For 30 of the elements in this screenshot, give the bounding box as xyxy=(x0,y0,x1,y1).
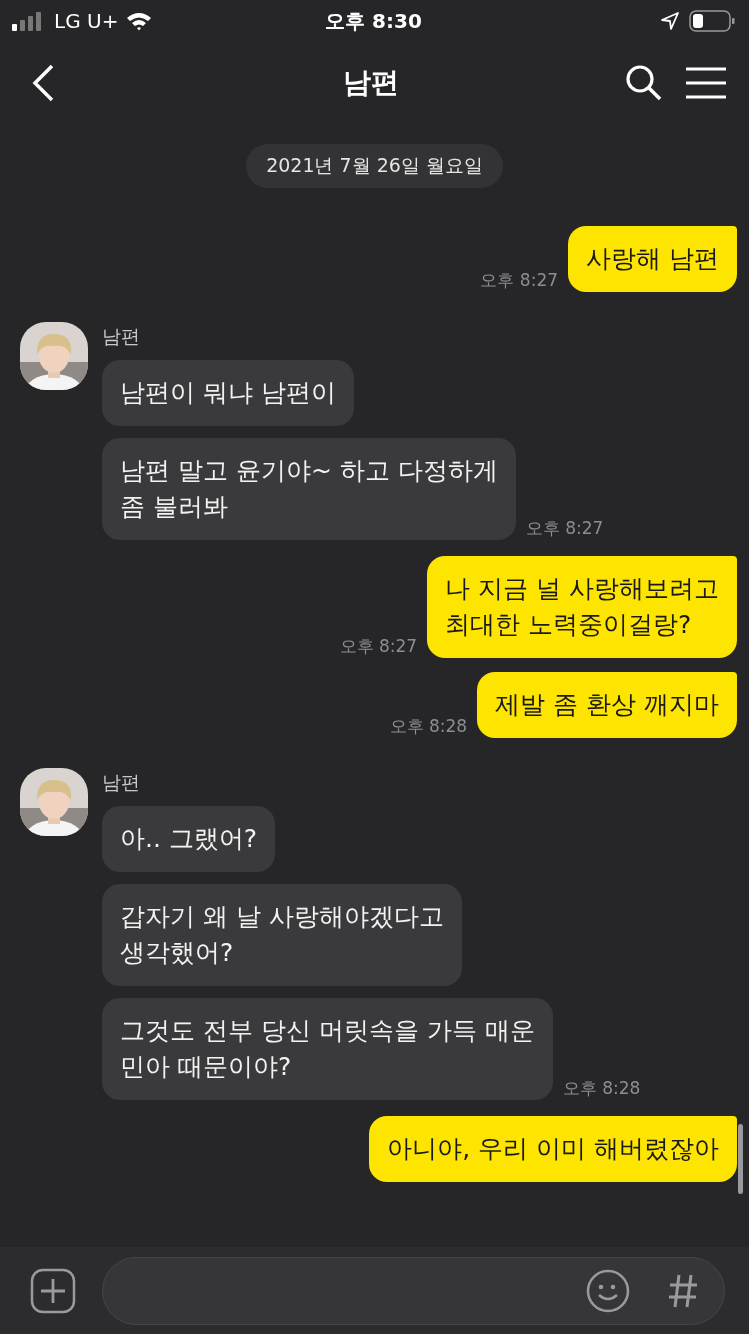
status-time: 오후 8:30 xyxy=(324,7,423,35)
carrier-name: LG U+ xyxy=(54,9,119,33)
received-message: 그것도 전부 당신 머릿속을 가득 매운 민아 때문이야? xyxy=(102,998,553,1100)
emoji-icon[interactable] xyxy=(586,1268,630,1313)
location-icon xyxy=(661,12,679,30)
sent-message: 제발 좀 환상 깨지마 xyxy=(477,672,737,738)
message-time: 오후 8:27 xyxy=(525,517,604,540)
message-time: 오후 8:27 xyxy=(339,635,418,658)
received-message: 아.. 그랬어? xyxy=(102,806,276,872)
chat-title: 남편 xyxy=(341,65,400,101)
date-divider: 2021년 7월 26일 월요일 xyxy=(246,144,503,188)
sent-message: 아니야, 우리 이미 해버렸잖아 xyxy=(369,1116,737,1182)
battery-icon xyxy=(689,10,735,32)
message-time: 오후 8:28 xyxy=(389,715,468,738)
menu-icon[interactable] xyxy=(685,67,727,99)
add-icon[interactable] xyxy=(30,1267,76,1314)
sent-message: 사랑해 남편 xyxy=(568,226,737,292)
received-message: 갑자기 왜 날 사랑해야겠다고 생각했어? xyxy=(102,884,462,986)
message-time: 오후 8:28 xyxy=(562,1077,641,1100)
received-message: 남편 말고 윤기야~ 하고 다정하게 좀 불러봐 xyxy=(102,438,516,540)
received-message: 남편이 뭐냐 남편이 xyxy=(102,360,354,426)
sender-name: 남편 xyxy=(102,324,140,349)
sender-name: 남편 xyxy=(102,770,140,795)
hashtag-icon[interactable] xyxy=(668,1272,698,1309)
message-time: 오후 8:27 xyxy=(480,269,559,292)
sent-message: 나 지금 널 사랑해보려고 최대한 노력중이걸랑? xyxy=(427,556,737,658)
scrollbar[interactable] xyxy=(738,1124,743,1194)
wifi-icon xyxy=(126,11,153,31)
search-icon[interactable] xyxy=(625,64,663,102)
back-icon[interactable] xyxy=(30,63,56,103)
